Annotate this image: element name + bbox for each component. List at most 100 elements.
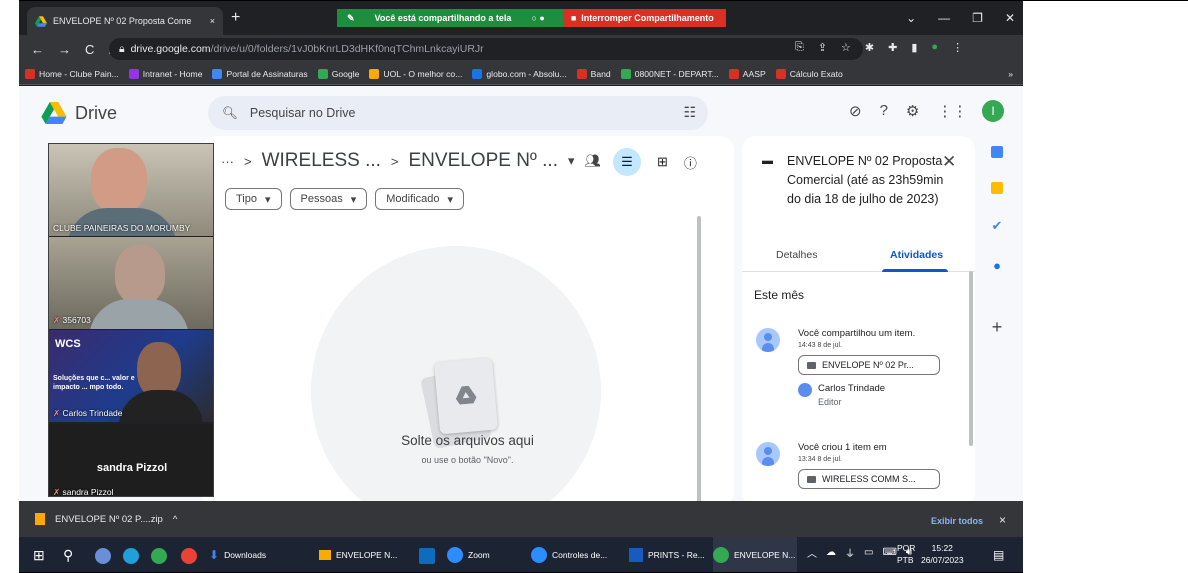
restore-icon[interactable]: ❐ — [972, 11, 983, 25]
tab-details[interactable]: Detalhes — [776, 249, 817, 261]
info-icon[interactable]: ⓘ — [684, 153, 697, 172]
search-icon[interactable]: 🔍︎ — [222, 106, 238, 121]
tab-activity[interactable]: Atividades — [890, 249, 943, 261]
bookmarks-overflow-icon[interactable]: » — [1008, 69, 1023, 79]
video-tile[interactable]: CLUBE PAINEIRAS DO MORUMBY — [49, 144, 213, 236]
share-page-icon[interactable]: ⇪ — [818, 41, 827, 54]
dropdown-arrow-icon[interactable]: ▾ — [568, 153, 575, 169]
details-close-icon[interactable]: ✕ — [942, 152, 956, 172]
video-tile[interactable]: WCS Soluções que c... valor e impacto ..… — [49, 330, 213, 422]
calendar-icon[interactable] — [991, 146, 1003, 158]
account-avatar[interactable]: I — [982, 100, 1004, 122]
whatsapp-icon[interactable] — [151, 548, 167, 564]
input-language[interactable]: POR PTB — [897, 542, 915, 566]
install-icon[interactable]: ⎘ — [795, 41, 804, 54]
menu-icon[interactable]: ⋮ — [952, 41, 963, 54]
clock[interactable]: 15:22 26/07/2023 — [921, 542, 964, 566]
activity-file-name: ENVELOPE Nº 02 Pr... — [822, 360, 914, 370]
chevron-up-icon[interactable]: ︿ — [807, 545, 817, 560]
bookmark-item[interactable]: Google — [317, 68, 359, 79]
shared-folder-icon[interactable]: 👥︎ — [585, 153, 602, 169]
search-icon[interactable]: ⚲ — [63, 547, 73, 564]
bookmark-item[interactable]: Intranet - Home — [128, 68, 202, 79]
details-scrollbar[interactable] — [969, 271, 973, 446]
tab-search-icon[interactable]: ⌄ — [906, 11, 916, 25]
back-icon[interactable]: ← — [31, 42, 44, 57]
new-tab-button[interactable]: + — [231, 9, 240, 27]
bookmark-item[interactable]: 0800NET - DEPART... — [620, 68, 719, 79]
sidepanel-icon[interactable]: ▮ — [911, 41, 917, 54]
video-tile[interactable]: sandra Pizzol ✗ sandra Pizzol — [49, 424, 213, 496]
puzzle-icon[interactable]: ✚ — [888, 41, 897, 54]
bookmark-label: 0800NET - DEPART... — [634, 68, 719, 79]
download-chevron-icon[interactable]: ^ — [173, 514, 177, 525]
bookmark-item[interactable]: Home - Clube Pain... — [25, 68, 119, 79]
breadcrumb-current[interactable]: ENVELOPE Nº ... — [409, 150, 559, 172]
bookmark-favicon-icon — [128, 68, 139, 79]
bookmark-item[interactable]: globo.com - Absolu... — [472, 68, 567, 79]
keep-icon[interactable] — [991, 182, 1003, 194]
breadcrumb-more[interactable]: ··· — [221, 154, 234, 169]
tab-close-icon[interactable]: × — [210, 16, 215, 26]
show-all-button[interactable]: Exibir todos — [931, 516, 983, 526]
filter-type[interactable]: Tipo ▾ — [225, 188, 282, 210]
grid-view-icon[interactable]: ⊞ — [657, 154, 668, 170]
profile-icon[interactable]: ● — [931, 41, 938, 54]
tasks-icon[interactable]: ✔ — [992, 218, 1003, 234]
activity-file-chip[interactable]: ENVELOPE Nº 02 Pr... — [798, 355, 940, 375]
search-options-icon[interactable]: ☷ — [683, 104, 696, 121]
extension-icon[interactable]: ✱ — [865, 41, 874, 54]
settings-icon[interactable]: ⚙ — [906, 102, 919, 120]
offline-icon[interactable]: ⊘ — [849, 102, 862, 120]
search-input[interactable]: 🔍︎ Pesquisar no Drive ☷ — [208, 96, 708, 130]
video-tile[interactable]: ✗ 356703 — [49, 237, 213, 329]
taskbar-zoom[interactable]: Zoom — [447, 537, 521, 572]
close-window-icon[interactable]: ✕ — [1005, 11, 1015, 25]
activity-file-chip[interactable]: WIRELESS COMM S... — [798, 469, 940, 489]
start-icon[interactable]: ⊞ — [33, 547, 45, 564]
bookmark-favicon-icon — [576, 68, 587, 79]
taskbar-word[interactable]: PRINTS - Re... — [629, 537, 711, 572]
chrome-icon[interactable] — [181, 548, 197, 564]
browser-tab[interactable]: ENVELOPE Nº 02 Proposta Come × — [27, 7, 223, 35]
contacts-icon[interactable]: ● — [993, 258, 1001, 273]
network-icon[interactable]: ⌨ — [882, 547, 896, 558]
taskbar-explorer[interactable]: ENVELOPE N... — [319, 537, 411, 572]
url-field[interactable]: 🔒︎ drive.google.com/drive/u/0/folders/1v… — [109, 38, 863, 60]
taskbar-item-label: Downloads — [224, 549, 267, 560]
bookmark-item[interactable]: UOL - O melhor co... — [369, 68, 462, 79]
outlook-icon[interactable] — [419, 548, 435, 564]
filter-people[interactable]: Pessoas ▾ — [289, 188, 368, 210]
download-close-icon[interactable]: × — [999, 513, 1006, 527]
share-controls-icon[interactable]: ○ ● — [531, 13, 544, 23]
bookmark-item[interactable]: AASP — [728, 68, 766, 79]
reload-icon[interactable]: C — [85, 42, 94, 57]
app-icon[interactable] — [95, 548, 111, 564]
usb-icon[interactable]: ⏚ — [845, 545, 855, 560]
stop-share-button[interactable]: ■ Interromper Compartilhamento — [562, 9, 726, 27]
taskbar-zoom-controls[interactable]: Controles de... — [531, 537, 623, 572]
bookmark-item[interactable]: Portal de Assinaturas — [212, 68, 308, 79]
drive-logo[interactable]: Drive — [41, 102, 117, 124]
filter-list-icon[interactable]: ☰ — [613, 148, 641, 176]
filter-modified[interactable]: Modificado ▾ — [375, 188, 464, 210]
onedrive-icon[interactable]: ☁ — [826, 547, 836, 558]
edge-icon[interactable] — [123, 548, 139, 564]
help-icon[interactable]: ? — [880, 102, 888, 120]
participant-display-name: sandra Pizzol — [96, 462, 168, 474]
download-item[interactable]: ENVELOPE Nº 02 P....zip ^ — [35, 513, 177, 525]
battery-icon[interactable]: ▭ — [864, 547, 873, 558]
file-area-scrollbar[interactable] — [697, 216, 701, 506]
bookmark-item[interactable]: Band — [576, 68, 611, 79]
folder-icon: ▬ — [762, 155, 773, 167]
bookmark-star-icon[interactable]: ☆ — [841, 41, 851, 54]
bookmark-item[interactable]: Cálculo Exato — [775, 68, 843, 79]
minimize-icon[interactable]: — — [938, 11, 950, 25]
apps-grid-icon[interactable]: ⋮⋮ — [937, 102, 967, 120]
notifications-icon[interactable]: ▤ — [993, 548, 1004, 562]
taskbar-chrome[interactable]: ENVELOPE N... — [713, 537, 797, 572]
breadcrumb-parent[interactable]: WIRELESS ... — [262, 150, 381, 172]
forward-icon[interactable]: → — [58, 42, 71, 57]
taskbar-downloads[interactable]: ⬇ Downloads — [209, 537, 299, 572]
add-app-icon[interactable]: + — [992, 317, 1003, 338]
